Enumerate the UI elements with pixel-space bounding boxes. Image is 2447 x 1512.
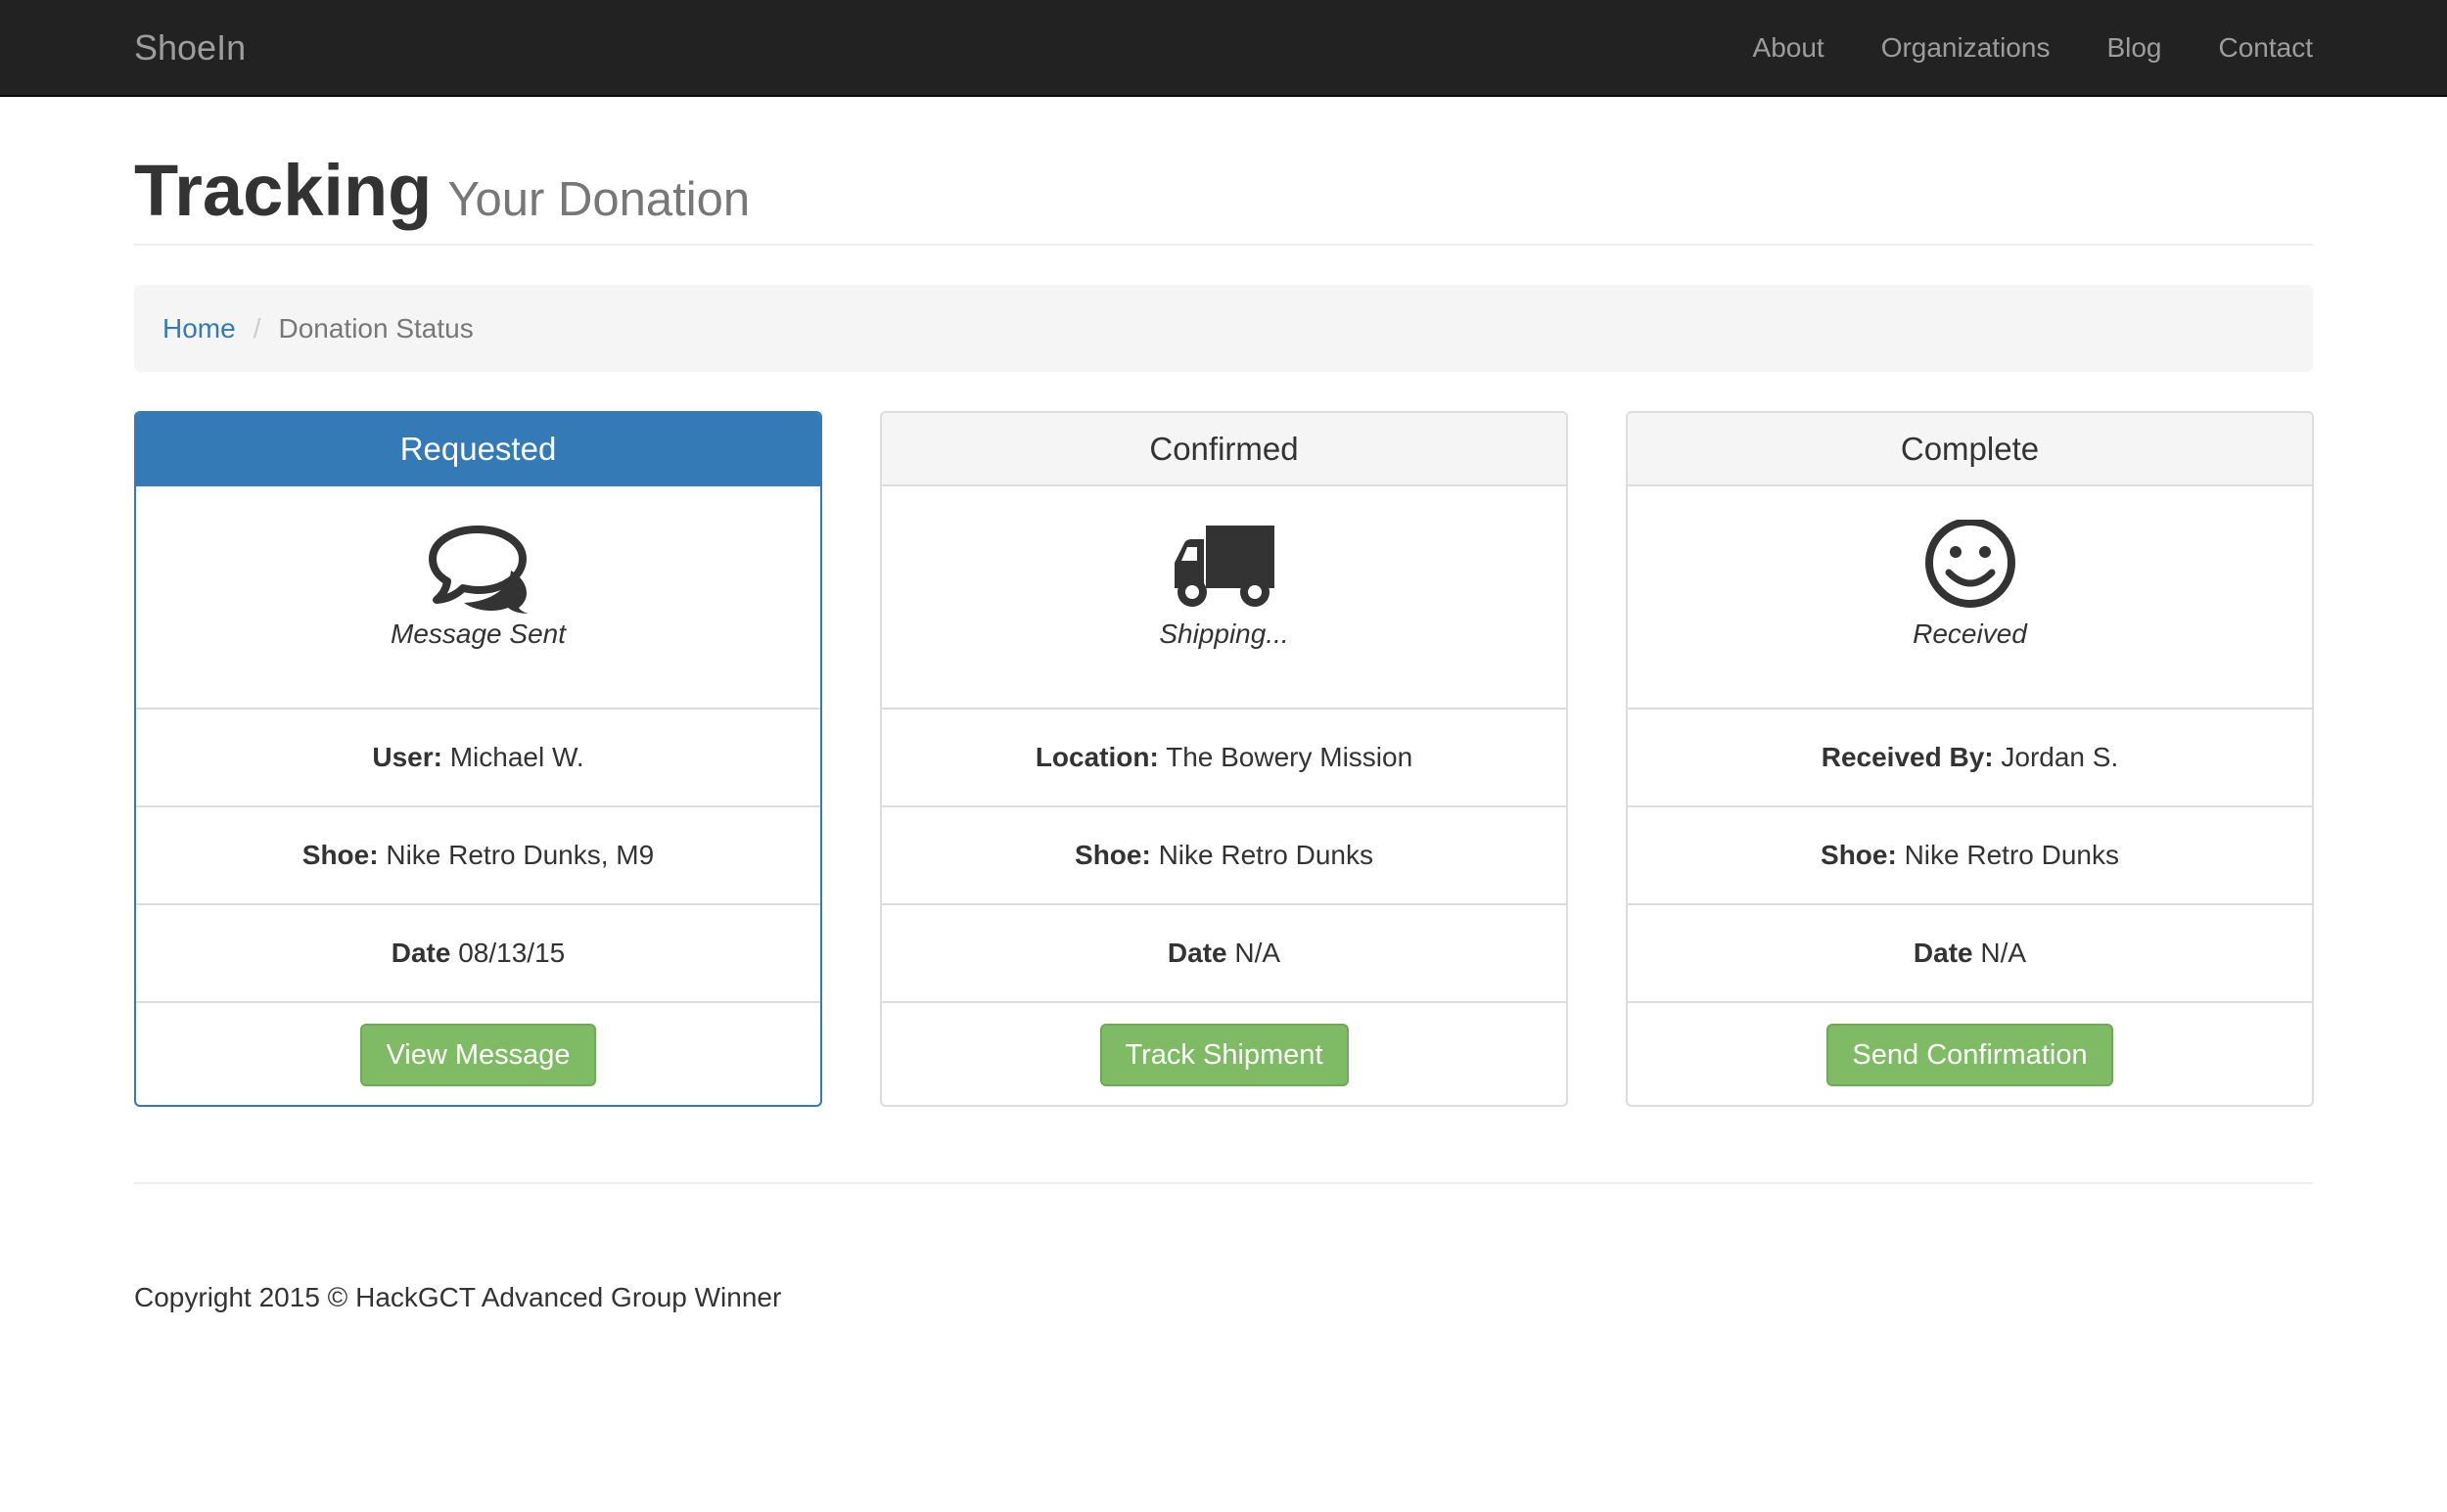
nav-link-blog[interactable]: Blog [2106,0,2161,95]
truck-icon [1171,520,1278,614]
page-subtitle: Your Donation [447,173,751,226]
brand-logo-link[interactable]: ShoeIn [134,0,246,95]
row-label: Shoe: [1821,840,1897,870]
comments-icon [425,520,532,614]
row-label: User: [372,742,442,772]
row-label: Shoe: [1075,840,1151,870]
row-value: The Bowery Mission [1166,742,1413,772]
breadcrumb-separator: / [253,312,261,344]
breadcrumb-home-link[interactable]: Home [162,313,236,344]
row-label: Location: [1035,742,1159,772]
row-label: Date [391,938,451,968]
breadcrumb-current: Donation Status [278,312,474,344]
breadcrumb: Home / Donation Status [134,285,2313,372]
row-value: 08/13/15 [458,938,566,968]
panel-row-location: Location: The Bowery Mission [882,710,1566,807]
nav-link-about[interactable]: About [1753,0,1824,95]
row-label: Date [1167,938,1227,968]
panel-row-shoe: Shoe: Nike Retro Dunks [1628,807,2312,905]
top-navbar: ShoeIn About Organizations Blog Contact [0,0,2447,97]
panel-status-body: Received [1628,486,2312,710]
row-label: Received By: [1821,742,1994,772]
nav-links: About Organizations Blog Contact [1696,0,2313,95]
panel-heading: Requested [136,413,820,486]
footer-copyright: Copyright 2015 © HackGCT Advanced Group … [134,1282,782,1312]
panel-button-row: View Message [136,1003,820,1105]
row-value: Nike Retro Dunks [1158,840,1373,870]
row-value: Michael W. [449,742,584,772]
panel-row-date: Date 08/13/15 [136,905,820,1003]
status-panel-confirmed: Confirmed Shipping... Location: The Bowe… [880,411,1568,1107]
view-message-button[interactable]: View Message [360,1024,596,1086]
send-confirmation-button[interactable]: Send Confirmation [1826,1024,2113,1086]
panel-row-date: Date N/A [882,905,1566,1003]
panel-status-body: Message Sent [136,486,820,710]
footer-divider [134,1182,2313,1184]
row-value: Nike Retro Dunks [1904,840,2119,870]
status-panel-complete: Complete Received Received By: Jordan S.… [1626,411,2314,1107]
panel-heading: Complete [1628,413,2312,486]
status-panel-requested: Requested Message Sent User: Michael W. … [134,411,822,1107]
row-value: Nike Retro Dunks, M9 [386,840,655,870]
row-value: N/A [1980,938,2027,968]
row-value: N/A [1234,938,1281,968]
panel-status-body: Shipping... [882,486,1566,710]
panel-heading: Confirmed [882,413,1566,486]
panel-button-row: Track Shipment [882,1003,1566,1105]
nav-link-organizations[interactable]: Organizations [1881,0,2051,95]
panel-row-shoe: Shoe: Nike Retro Dunks [882,807,1566,905]
panel-row-received-by: Received By: Jordan S. [1628,710,2312,807]
smile-icon [1916,520,2024,614]
page-header: Tracking Your Donation [134,147,2313,246]
row-label: Shoe: [301,840,379,870]
panel-row-date: Date N/A [1628,905,2312,1003]
row-value: Jordan S. [2001,742,2119,772]
panel-button-row: Send Confirmation [1628,1003,2312,1105]
panel-status-caption: Shipping... [1159,619,1289,649]
track-shipment-button[interactable]: Track Shipment [1099,1024,1349,1086]
panel-status-caption: Received [1913,619,2027,649]
panel-row-user: User: Michael W. [136,710,820,807]
panel-status-caption: Message Sent [391,619,566,649]
row-label: Date [1913,938,1973,968]
page-title-main: Tracking [134,150,433,231]
panel-row-shoe: Shoe: Nike Retro Dunks, M9 [136,807,820,905]
nav-link-contact[interactable]: Contact [2219,0,2314,95]
page-title: Tracking Your Donation [134,147,750,244]
